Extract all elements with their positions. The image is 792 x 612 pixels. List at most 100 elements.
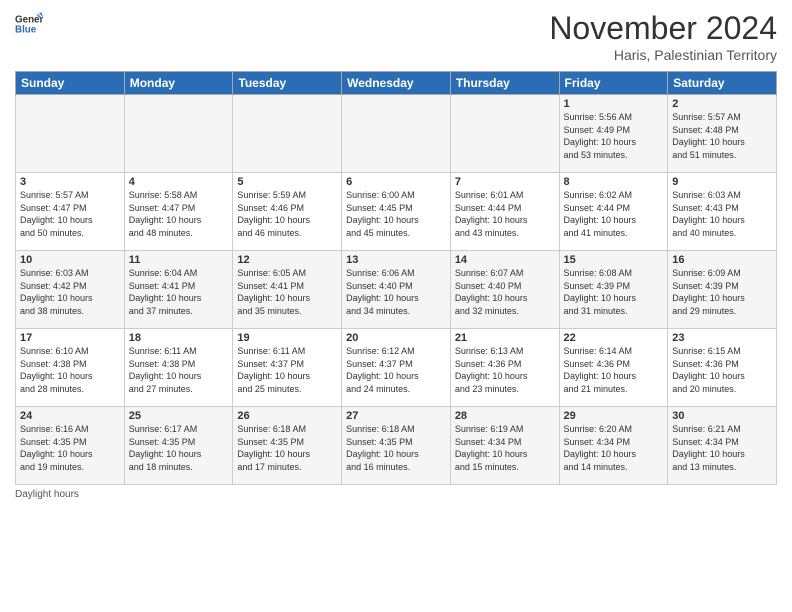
logo-icon: General Blue <box>15 10 43 38</box>
day-number: 30 <box>672 410 772 422</box>
calendar-cell: 6Sunrise: 6:00 AM Sunset: 4:45 PM Daylig… <box>342 173 451 251</box>
day-number: 18 <box>129 332 229 344</box>
calendar-cell: 7Sunrise: 6:01 AM Sunset: 4:44 PM Daylig… <box>450 173 559 251</box>
calendar-cell: 27Sunrise: 6:18 AM Sunset: 4:35 PM Dayli… <box>342 407 451 485</box>
calendar-cell <box>233 95 342 173</box>
weekday-header: Monday <box>124 72 233 95</box>
calendar-cell: 25Sunrise: 6:17 AM Sunset: 4:35 PM Dayli… <box>124 407 233 485</box>
day-info: Sunrise: 6:06 AM Sunset: 4:40 PM Dayligh… <box>346 267 446 317</box>
location: Haris, Palestinian Territory <box>549 47 777 63</box>
day-info: Sunrise: 6:10 AM Sunset: 4:38 PM Dayligh… <box>20 345 120 395</box>
calendar-cell: 15Sunrise: 6:08 AM Sunset: 4:39 PM Dayli… <box>559 251 668 329</box>
day-info: Sunrise: 6:18 AM Sunset: 4:35 PM Dayligh… <box>346 423 446 473</box>
calendar-cell: 26Sunrise: 6:18 AM Sunset: 4:35 PM Dayli… <box>233 407 342 485</box>
page: General Blue November 2024 Haris, Palest… <box>0 0 792 612</box>
calendar-cell: 23Sunrise: 6:15 AM Sunset: 4:36 PM Dayli… <box>668 329 777 407</box>
header: General Blue November 2024 Haris, Palest… <box>15 10 777 63</box>
calendar-cell: 2Sunrise: 5:57 AM Sunset: 4:48 PM Daylig… <box>668 95 777 173</box>
day-info: Sunrise: 6:03 AM Sunset: 4:43 PM Dayligh… <box>672 189 772 239</box>
day-number: 26 <box>237 410 337 422</box>
weekday-header: Sunday <box>16 72 125 95</box>
day-info: Sunrise: 5:59 AM Sunset: 4:46 PM Dayligh… <box>237 189 337 239</box>
calendar-cell: 22Sunrise: 6:14 AM Sunset: 4:36 PM Dayli… <box>559 329 668 407</box>
day-number: 20 <box>346 332 446 344</box>
day-info: Sunrise: 6:05 AM Sunset: 4:41 PM Dayligh… <box>237 267 337 317</box>
calendar-cell: 18Sunrise: 6:11 AM Sunset: 4:38 PM Dayli… <box>124 329 233 407</box>
calendar-cell <box>124 95 233 173</box>
day-number: 15 <box>564 254 664 266</box>
day-info: Sunrise: 6:16 AM Sunset: 4:35 PM Dayligh… <box>20 423 120 473</box>
day-info: Sunrise: 5:56 AM Sunset: 4:49 PM Dayligh… <box>564 111 664 161</box>
day-info: Sunrise: 6:15 AM Sunset: 4:36 PM Dayligh… <box>672 345 772 395</box>
day-info: Sunrise: 6:09 AM Sunset: 4:39 PM Dayligh… <box>672 267 772 317</box>
footer-note: Daylight hours <box>15 489 777 500</box>
day-info: Sunrise: 6:02 AM Sunset: 4:44 PM Dayligh… <box>564 189 664 239</box>
day-info: Sunrise: 6:04 AM Sunset: 4:41 PM Dayligh… <box>129 267 229 317</box>
calendar-cell: 13Sunrise: 6:06 AM Sunset: 4:40 PM Dayli… <box>342 251 451 329</box>
calendar-week-row: 1Sunrise: 5:56 AM Sunset: 4:49 PM Daylig… <box>16 95 777 173</box>
day-number: 28 <box>455 410 555 422</box>
day-info: Sunrise: 6:18 AM Sunset: 4:35 PM Dayligh… <box>237 423 337 473</box>
day-number: 7 <box>455 176 555 188</box>
day-info: Sunrise: 6:01 AM Sunset: 4:44 PM Dayligh… <box>455 189 555 239</box>
day-number: 4 <box>129 176 229 188</box>
day-info: Sunrise: 6:14 AM Sunset: 4:36 PM Dayligh… <box>564 345 664 395</box>
weekday-header: Friday <box>559 72 668 95</box>
day-info: Sunrise: 5:57 AM Sunset: 4:48 PM Dayligh… <box>672 111 772 161</box>
weekday-header: Tuesday <box>233 72 342 95</box>
day-number: 21 <box>455 332 555 344</box>
day-info: Sunrise: 6:12 AM Sunset: 4:37 PM Dayligh… <box>346 345 446 395</box>
day-info: Sunrise: 6:07 AM Sunset: 4:40 PM Dayligh… <box>455 267 555 317</box>
day-number: 6 <box>346 176 446 188</box>
calendar-cell: 19Sunrise: 6:11 AM Sunset: 4:37 PM Dayli… <box>233 329 342 407</box>
day-number: 1 <box>564 98 664 110</box>
day-number: 19 <box>237 332 337 344</box>
day-number: 16 <box>672 254 772 266</box>
calendar-cell: 29Sunrise: 6:20 AM Sunset: 4:34 PM Dayli… <box>559 407 668 485</box>
day-number: 10 <box>20 254 120 266</box>
weekday-header: Thursday <box>450 72 559 95</box>
calendar-week-row: 10Sunrise: 6:03 AM Sunset: 4:42 PM Dayli… <box>16 251 777 329</box>
logo: General Blue <box>15 10 43 38</box>
calendar-week-row: 3Sunrise: 5:57 AM Sunset: 4:47 PM Daylig… <box>16 173 777 251</box>
day-info: Sunrise: 5:58 AM Sunset: 4:47 PM Dayligh… <box>129 189 229 239</box>
calendar-cell: 30Sunrise: 6:21 AM Sunset: 4:34 PM Dayli… <box>668 407 777 485</box>
day-number: 9 <box>672 176 772 188</box>
calendar-table: SundayMondayTuesdayWednesdayThursdayFrid… <box>15 71 777 485</box>
day-info: Sunrise: 6:00 AM Sunset: 4:45 PM Dayligh… <box>346 189 446 239</box>
day-number: 22 <box>564 332 664 344</box>
calendar-week-row: 24Sunrise: 6:16 AM Sunset: 4:35 PM Dayli… <box>16 407 777 485</box>
day-info: Sunrise: 5:57 AM Sunset: 4:47 PM Dayligh… <box>20 189 120 239</box>
day-info: Sunrise: 6:11 AM Sunset: 4:38 PM Dayligh… <box>129 345 229 395</box>
day-number: 23 <box>672 332 772 344</box>
title-section: November 2024 Haris, Palestinian Territo… <box>549 10 777 63</box>
calendar-cell: 21Sunrise: 6:13 AM Sunset: 4:36 PM Dayli… <box>450 329 559 407</box>
calendar-cell <box>342 95 451 173</box>
day-number: 24 <box>20 410 120 422</box>
calendar-cell: 11Sunrise: 6:04 AM Sunset: 4:41 PM Dayli… <box>124 251 233 329</box>
calendar-cell: 3Sunrise: 5:57 AM Sunset: 4:47 PM Daylig… <box>16 173 125 251</box>
calendar-cell: 8Sunrise: 6:02 AM Sunset: 4:44 PM Daylig… <box>559 173 668 251</box>
month-title: November 2024 <box>549 10 777 47</box>
svg-text:Blue: Blue <box>15 24 37 35</box>
calendar-cell: 4Sunrise: 5:58 AM Sunset: 4:47 PM Daylig… <box>124 173 233 251</box>
calendar-cell: 9Sunrise: 6:03 AM Sunset: 4:43 PM Daylig… <box>668 173 777 251</box>
calendar-cell <box>16 95 125 173</box>
calendar-cell: 12Sunrise: 6:05 AM Sunset: 4:41 PM Dayli… <box>233 251 342 329</box>
day-number: 27 <box>346 410 446 422</box>
weekday-header: Saturday <box>668 72 777 95</box>
weekday-header: Wednesday <box>342 72 451 95</box>
calendar-cell: 5Sunrise: 5:59 AM Sunset: 4:46 PM Daylig… <box>233 173 342 251</box>
day-info: Sunrise: 6:19 AM Sunset: 4:34 PM Dayligh… <box>455 423 555 473</box>
day-number: 5 <box>237 176 337 188</box>
calendar-cell: 16Sunrise: 6:09 AM Sunset: 4:39 PM Dayli… <box>668 251 777 329</box>
calendar-cell: 14Sunrise: 6:07 AM Sunset: 4:40 PM Dayli… <box>450 251 559 329</box>
calendar-cell <box>450 95 559 173</box>
day-number: 14 <box>455 254 555 266</box>
day-number: 11 <box>129 254 229 266</box>
day-number: 25 <box>129 410 229 422</box>
day-number: 12 <box>237 254 337 266</box>
day-info: Sunrise: 6:17 AM Sunset: 4:35 PM Dayligh… <box>129 423 229 473</box>
calendar-cell: 24Sunrise: 6:16 AM Sunset: 4:35 PM Dayli… <box>16 407 125 485</box>
day-number: 3 <box>20 176 120 188</box>
